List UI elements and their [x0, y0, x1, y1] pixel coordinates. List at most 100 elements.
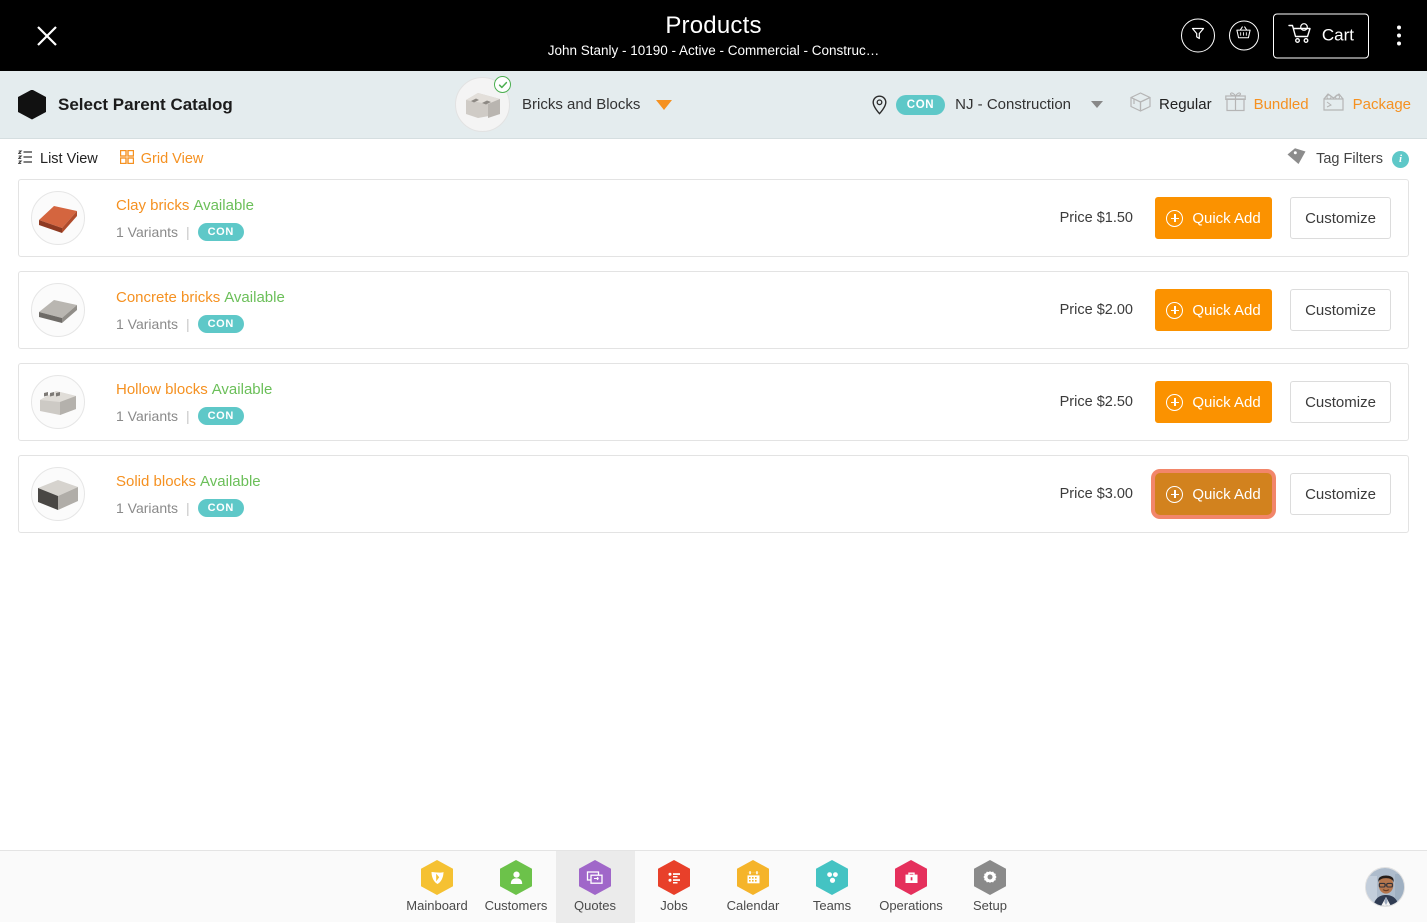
product-variants: 1 Variants	[116, 316, 178, 332]
operations-icon	[895, 860, 927, 895]
cart-label: Cart	[1322, 26, 1354, 46]
nav-item-customers[interactable]: Customers	[477, 851, 556, 923]
table-row[interactable]: Solid blocksAvailable 1 Variants | CON P…	[18, 455, 1409, 533]
mode-package[interactable]: Package	[1321, 91, 1411, 118]
user-avatar	[1366, 868, 1405, 907]
customize-button[interactable]: Customize	[1290, 289, 1391, 331]
setup-icon	[974, 860, 1006, 895]
meta-separator: |	[186, 408, 190, 424]
product-actions: Price $3.00 Quick Add Customize	[1060, 473, 1391, 515]
hollow-block-thumb	[34, 382, 82, 422]
overflow-menu-button[interactable]	[1387, 19, 1411, 53]
table-row[interactable]: Clay bricksAvailable 1 Variants | CON Pr…	[18, 179, 1409, 257]
table-row[interactable]: Concrete bricksAvailable 1 Variants | CO…	[18, 271, 1409, 349]
mode-bundled-label: Bundled	[1254, 96, 1309, 113]
nav-label-operations: Operations	[879, 898, 943, 913]
product-info: Clay bricksAvailable 1 Variants | CON	[116, 196, 254, 241]
nav-item-quotes[interactable]: Quotes	[556, 851, 635, 923]
plus-circle-icon	[1166, 210, 1183, 227]
grid-view-toggle[interactable]: Grid View	[120, 150, 204, 169]
mode-regular[interactable]: Regular	[1129, 91, 1212, 118]
info-icon[interactable]: i	[1392, 151, 1409, 168]
meta-separator: |	[186, 316, 190, 332]
product-thumbnail	[31, 191, 85, 245]
product-title-line: Clay bricksAvailable	[116, 196, 254, 216]
grid-view-icon	[120, 150, 134, 169]
hexagon-icon	[18, 90, 46, 120]
product-actions: Price $2.00 Quick Add Customize	[1060, 289, 1391, 331]
calendar-icon	[737, 860, 769, 895]
product-price: Price $2.50	[1060, 394, 1133, 410]
customize-button[interactable]: Customize	[1290, 473, 1391, 515]
concrete-brick-thumb	[34, 290, 82, 330]
nav-item-jobs[interactable]: Jobs	[635, 851, 714, 923]
catalog-bar-right: CON NJ - Construction Regular	[871, 91, 1411, 118]
package-icon	[1321, 91, 1346, 118]
nav-item-mainboard[interactable]: Mainboard	[398, 851, 477, 923]
chevron-down-icon[interactable]	[656, 100, 672, 110]
mode-bundled[interactable]: Bundled	[1224, 91, 1309, 118]
nav-label-quotes: Quotes	[574, 898, 616, 913]
kebab-dot	[1397, 34, 1401, 38]
product-availability: Available	[212, 381, 273, 398]
list-view-toggle[interactable]: List View	[18, 150, 98, 169]
product-variants: 1 Variants	[116, 408, 178, 424]
selected-catalog-name: Bricks and Blocks	[522, 96, 640, 113]
kebab-dot	[1397, 26, 1401, 30]
product-meta: 1 Variants | CON	[116, 223, 254, 241]
nav-item-teams[interactable]: Teams	[793, 851, 872, 923]
cart-button[interactable]: Cart	[1273, 13, 1369, 58]
product-name: Concrete bricks	[116, 289, 220, 306]
jobs-icon	[658, 860, 690, 895]
customize-button[interactable]: Customize	[1290, 197, 1391, 239]
customize-button[interactable]: Customize	[1290, 381, 1391, 423]
select-parent-catalog-button[interactable]: Select Parent Catalog	[18, 90, 233, 120]
gift-icon	[1224, 91, 1247, 118]
product-availability: Available	[224, 289, 285, 306]
avatar[interactable]	[1365, 867, 1405, 907]
close-button[interactable]	[30, 19, 64, 53]
check-circle-icon	[494, 76, 511, 93]
mode-regular-label: Regular	[1159, 96, 1212, 113]
clay-brick-thumb	[34, 198, 82, 238]
tag-filters-label: Tag Filters	[1316, 151, 1383, 167]
nav-label-customers: Customers	[485, 898, 548, 913]
product-price: Price $3.00	[1060, 486, 1133, 502]
product-meta: 1 Variants | CON	[116, 315, 285, 333]
product-thumbnail	[31, 283, 85, 337]
shopping-cart-icon	[1288, 22, 1314, 49]
nav-item-operations[interactable]: Operations	[872, 851, 951, 923]
table-row[interactable]: Hollow blocksAvailable 1 Variants | CON …	[18, 363, 1409, 441]
bottom-navigation: Mainboard Customers Quotes	[0, 850, 1427, 922]
header-actions: Cart	[1181, 13, 1411, 58]
meta-separator: |	[186, 500, 190, 516]
quick-add-label: Quick Add	[1192, 210, 1260, 227]
quick-add-button[interactable]: Quick Add	[1155, 473, 1272, 515]
quick-add-button[interactable]: Quick Add	[1155, 289, 1272, 331]
quick-add-button[interactable]: Quick Add	[1155, 197, 1272, 239]
nav-label-jobs: Jobs	[660, 898, 687, 913]
quick-add-label: Quick Add	[1192, 486, 1260, 503]
filter-button[interactable]	[1181, 19, 1215, 53]
customers-icon	[500, 860, 532, 895]
caret-down-icon[interactable]	[1091, 101, 1103, 108]
nav-item-setup[interactable]: Setup	[951, 851, 1030, 923]
meta-separator: |	[186, 224, 190, 240]
view-toggle-row: List View Grid View Tag Filters i	[0, 139, 1427, 179]
product-info: Solid blocksAvailable 1 Variants | CON	[116, 472, 261, 517]
teams-icon	[816, 860, 848, 895]
product-actions: Price $2.50 Quick Add Customize	[1060, 381, 1391, 423]
add-to-basket-button[interactable]	[1229, 21, 1259, 51]
quick-add-button[interactable]: Quick Add	[1155, 381, 1272, 423]
nav-item-calendar[interactable]: Calendar	[714, 851, 793, 923]
product-title-line: Concrete bricksAvailable	[116, 288, 285, 308]
quick-add-label: Quick Add	[1192, 302, 1260, 319]
catalog-selector[interactable]: Bricks and Blocks	[455, 77, 672, 132]
grid-view-label: Grid View	[141, 151, 204, 167]
tag-filters-button[interactable]: Tag Filters i	[1286, 147, 1409, 171]
product-variants: 1 Variants	[116, 500, 178, 516]
nav-label-calendar: Calendar	[727, 898, 780, 913]
location-selector[interactable]: CON NJ - Construction	[871, 95, 1071, 115]
product-price: Price $1.50	[1060, 210, 1133, 226]
kebab-dot	[1397, 42, 1401, 46]
